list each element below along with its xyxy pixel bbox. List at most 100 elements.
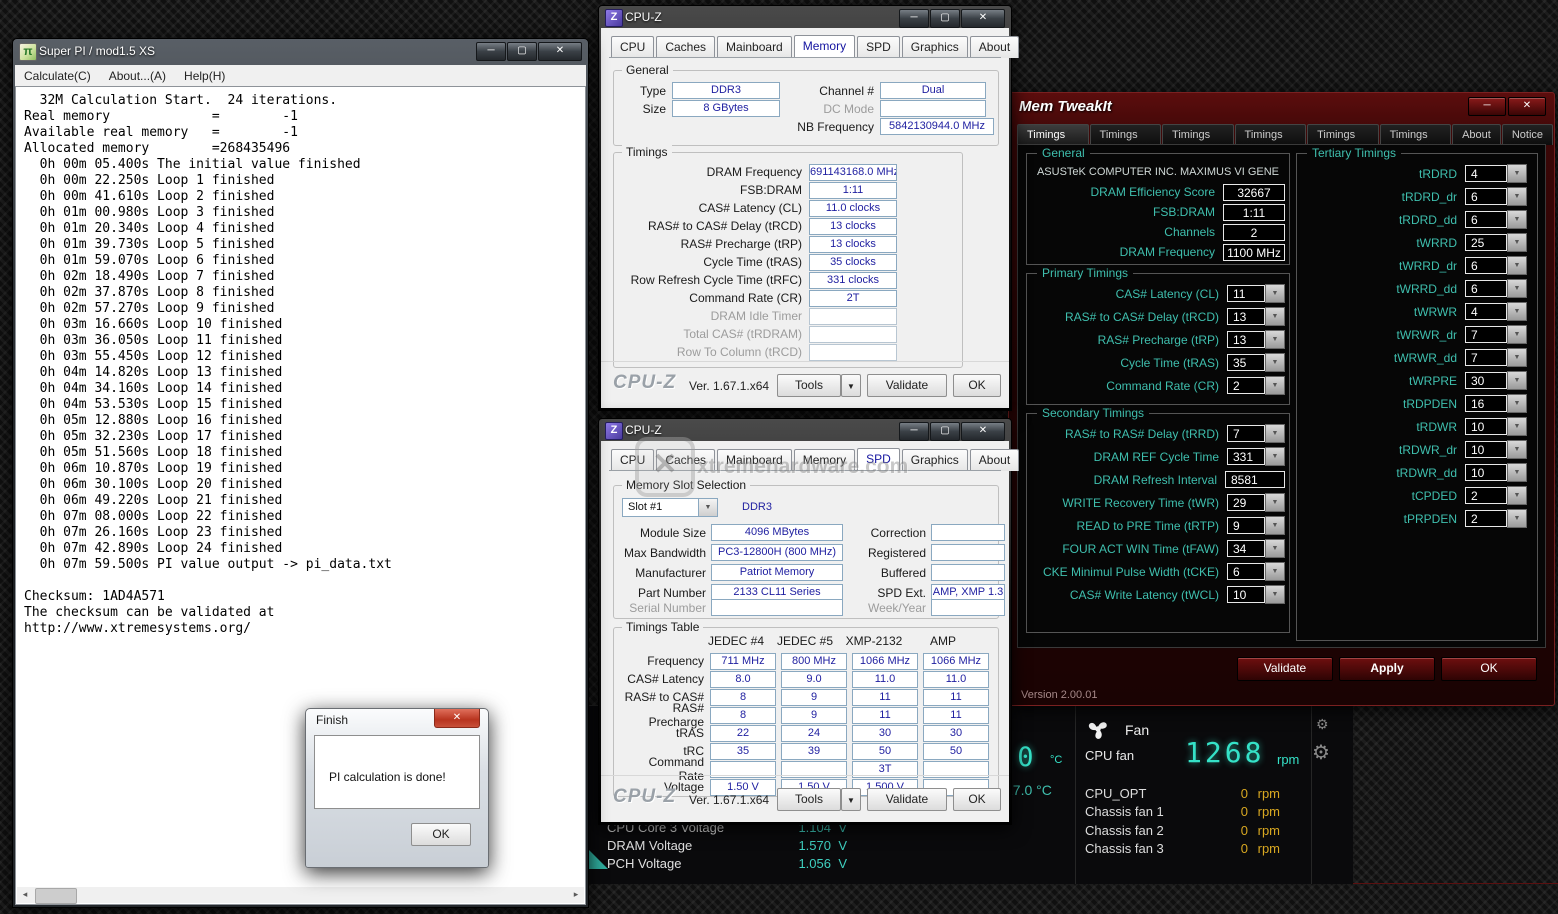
timing-dropdown-value[interactable]: 10 <box>1465 441 1507 458</box>
tab-mainboard[interactable]: Mainboard <box>717 449 792 471</box>
timing-dropdown-value[interactable]: 6 <box>1465 188 1507 205</box>
dropdown-arrow-icon[interactable]: ▼ <box>1507 164 1527 183</box>
scroll-left-icon[interactable]: ◂ <box>17 887 33 903</box>
dropdown-arrow-icon[interactable]: ▼ <box>1507 371 1527 390</box>
tab-graphics[interactable]: Graphics <box>902 36 968 58</box>
dropdown-arrow-icon[interactable]: ▼ <box>1507 394 1527 413</box>
timing-dropdown-value[interactable]: 6 <box>1465 211 1507 228</box>
dropdown-arrow-icon[interactable]: ▼ <box>1507 509 1527 528</box>
timing-dropdown-value[interactable]: 10 <box>1227 586 1265 603</box>
timing-dropdown-value[interactable]: 13 <box>1227 331 1265 348</box>
close-button[interactable]: ✕ <box>434 709 480 728</box>
tools-dropdown-button[interactable]: ▼ <box>841 788 861 811</box>
tab-graphics[interactable]: Graphics <box>902 449 968 471</box>
dropdown-arrow-icon[interactable]: ▼ <box>1507 348 1527 367</box>
timing-dropdown-value[interactable]: 2 <box>1465 510 1507 527</box>
timing-dropdown-value[interactable]: 29 <box>1227 494 1265 511</box>
dropdown-arrow-icon[interactable]: ▼ <box>1507 302 1527 321</box>
tab-about[interactable]: About <box>970 36 1019 58</box>
ok-button[interactable]: OK <box>411 823 471 846</box>
maximize-button[interactable]: ▢ <box>507 42 537 61</box>
timing-dropdown-value[interactable]: 10 <box>1465 464 1507 481</box>
validate-button[interactable]: Validate <box>1237 657 1333 681</box>
dropdown-arrow-icon[interactable]: ▼ <box>1265 353 1285 372</box>
dropdown-arrow-icon[interactable]: ▼ <box>1507 463 1527 482</box>
timing-dropdown-value[interactable]: 6 <box>1465 257 1507 274</box>
tab-timings-3[interactable]: Timings #3 <box>1162 124 1234 145</box>
timing-dropdown-value[interactable]: 4 <box>1465 303 1507 320</box>
close-button[interactable]: ✕ <box>961 422 1005 441</box>
minimize-button[interactable]: ─ <box>1468 97 1506 116</box>
timing-dropdown-value[interactable]: 11 <box>1227 285 1265 302</box>
dropdown-arrow-icon[interactable]: ▼ <box>1507 325 1527 344</box>
ok-button[interactable]: OK <box>953 788 1001 811</box>
tab-timings-4[interactable]: Timings #4 <box>1235 124 1307 145</box>
timing-dropdown-value[interactable]: 331 <box>1227 448 1265 465</box>
slot-dropdown-arrow-icon[interactable]: ▼ <box>698 498 718 517</box>
timing-dropdown-value[interactable]: 7 <box>1465 326 1507 343</box>
timing-dropdown-value[interactable]: 6 <box>1227 563 1265 580</box>
close-button[interactable]: ✕ <box>961 9 1005 28</box>
tab-timings-5[interactable]: Timings #5 <box>1307 124 1379 145</box>
timing-dropdown-value[interactable]: 10 <box>1465 418 1507 435</box>
close-button[interactable]: ✕ <box>538 42 582 61</box>
timing-dropdown-value[interactable]: 30 <box>1465 372 1507 389</box>
timing-dropdown-value[interactable]: 16 <box>1465 395 1507 412</box>
tab-cpu[interactable]: CPU <box>611 36 654 58</box>
timing-dropdown-value[interactable]: 35 <box>1227 354 1265 371</box>
dropdown-arrow-icon[interactable]: ▼ <box>1507 187 1527 206</box>
gear-icon[interactable]: ⚙ <box>1312 742 1330 764</box>
menu-about[interactable]: About...(A) <box>100 69 175 83</box>
tools-button[interactable]: Tools <box>777 374 841 397</box>
dropdown-arrow-icon[interactable]: ▼ <box>1265 516 1285 535</box>
scroll-right-icon[interactable]: ▸ <box>568 887 584 903</box>
minimize-button[interactable]: ─ <box>476 42 506 61</box>
tab-caches[interactable]: Caches <box>656 449 715 471</box>
dropdown-arrow-icon[interactable]: ▼ <box>1265 424 1285 443</box>
tab-mainboard[interactable]: Mainboard <box>717 36 792 58</box>
timing-dropdown-value[interactable]: 7 <box>1465 349 1507 366</box>
settings-gears[interactable]: ⚙ ⚙ <box>1316 716 1334 759</box>
dropdown-arrow-icon[interactable]: ▼ <box>1507 486 1527 505</box>
tab-memory[interactable]: Memory <box>794 35 855 57</box>
dropdown-arrow-icon[interactable]: ▼ <box>1507 233 1527 252</box>
tab-about[interactable]: About <box>970 449 1019 471</box>
timing-dropdown-value[interactable]: 6 <box>1465 280 1507 297</box>
tab-memory[interactable]: Memory <box>794 449 855 471</box>
minimize-button[interactable]: ─ <box>899 9 929 28</box>
dropdown-arrow-icon[interactable]: ▼ <box>1507 256 1527 275</box>
gear-icon[interactable]: ⚙ <box>1316 716 1329 732</box>
timing-dropdown-value[interactable]: 2 <box>1465 487 1507 504</box>
tab-timings-6[interactable]: Timings #6 <box>1380 124 1452 145</box>
dropdown-arrow-icon[interactable]: ▼ <box>1265 493 1285 512</box>
dropdown-arrow-icon[interactable]: ▼ <box>1265 447 1285 466</box>
dropdown-arrow-icon[interactable]: ▼ <box>1265 307 1285 326</box>
dropdown-arrow-icon[interactable]: ▼ <box>1265 539 1285 558</box>
tools-dropdown-button[interactable]: ▼ <box>841 374 861 397</box>
tab-caches[interactable]: Caches <box>656 36 715 58</box>
timing-dropdown-value[interactable]: 4 <box>1465 165 1507 182</box>
dropdown-arrow-icon[interactable]: ▼ <box>1507 279 1527 298</box>
close-button[interactable]: ✕ <box>1508 97 1546 116</box>
dropdown-arrow-icon[interactable]: ▼ <box>1265 376 1285 395</box>
tab-timings-1[interactable]: Timings #1 <box>1017 124 1089 145</box>
tab-spd[interactable]: SPD <box>857 36 900 58</box>
menu-help[interactable]: Help(H) <box>175 69 234 83</box>
timing-dropdown-value[interactable]: 2 <box>1227 377 1265 394</box>
dropdown-arrow-icon[interactable]: ▼ <box>1507 440 1527 459</box>
ok-button[interactable]: OK <box>1441 657 1537 681</box>
tools-button[interactable]: Tools <box>777 788 841 811</box>
tab-timings-2[interactable]: Timings #2 <box>1090 124 1162 145</box>
tab-spd[interactable]: SPD <box>857 448 900 470</box>
tab-cpu[interactable]: CPU <box>611 449 654 471</box>
dropdown-arrow-icon[interactable]: ▼ <box>1265 284 1285 303</box>
minimize-button[interactable]: ─ <box>899 422 929 441</box>
ok-button[interactable]: OK <box>953 374 1001 397</box>
tab-notice[interactable]: Notice <box>1502 124 1553 145</box>
dropdown-arrow-icon[interactable]: ▼ <box>1507 417 1527 436</box>
timing-dropdown-value[interactable]: 34 <box>1227 540 1265 557</box>
dropdown-arrow-icon[interactable]: ▼ <box>1265 585 1285 604</box>
maximize-button[interactable]: ▢ <box>930 422 960 441</box>
timing-dropdown-value[interactable]: 13 <box>1227 308 1265 325</box>
menu-calculate[interactable]: Calculate(C) <box>15 69 100 83</box>
